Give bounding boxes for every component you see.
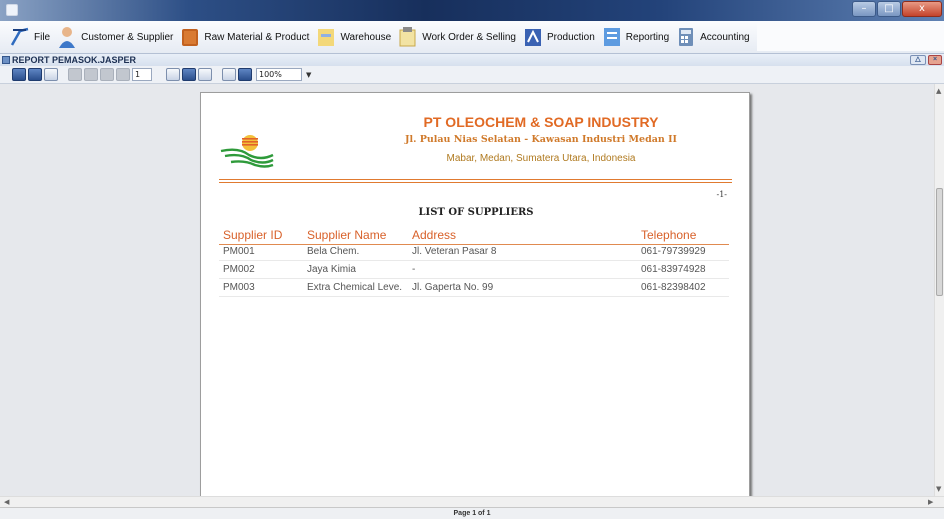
column-header-supplier-id: Supplier ID	[223, 228, 283, 242]
frame-close-button[interactable]: ×	[928, 55, 942, 65]
minimize-button[interactable]: –	[852, 1, 876, 17]
address-cell: -	[412, 264, 416, 275]
supplier-name-cell: Bela Chem.	[307, 246, 360, 257]
telephone-cell: 061-83974928	[641, 264, 706, 275]
menu-warehouse[interactable]: Warehouse	[316, 24, 391, 50]
telephone-cell: 061-79739929	[641, 246, 706, 257]
menu-production[interactable]: Production	[523, 24, 595, 50]
internal-frame-title-bar: REPORT PEMASOK.JASPER △ ×	[0, 54, 944, 66]
zoom-out-button[interactable]	[238, 68, 252, 81]
menu-work-order-selling-label: Work Order & Selling	[422, 31, 516, 43]
scroll-left-icon[interactable]: ◀	[4, 497, 9, 507]
report-page: PT OLEOCHEM & SOAP INDUSTRY Jl. Pulau Ni…	[200, 92, 750, 496]
menu-raw-material-product[interactable]: Raw Material & Product	[180, 24, 309, 50]
page-marker: -1-	[716, 190, 728, 199]
app-icon	[6, 4, 18, 16]
menu-accounting[interactable]: Accounting	[676, 24, 750, 50]
menu-customer-supplier[interactable]: Customer & Supplier	[57, 24, 173, 50]
supplier-name-cell: Jaya Kimia	[307, 264, 356, 275]
menu-bar-empty-area	[756, 23, 944, 51]
status-bar: Page 1 of 1	[0, 507, 944, 519]
actual-size-button[interactable]	[166, 68, 180, 81]
zoom-in-button[interactable]	[222, 68, 236, 81]
chevron-down-icon[interactable]: ▼	[306, 71, 311, 79]
report-viewer-toolbar: 1 100% ▼	[0, 66, 944, 84]
save-button[interactable]	[12, 68, 26, 81]
menu-accounting-label: Accounting	[700, 31, 750, 43]
scroll-right-icon[interactable]: ▶	[928, 497, 933, 507]
supplier-id-cell: PM001	[223, 246, 255, 257]
menu-file[interactable]: File	[10, 24, 50, 50]
maximize-button[interactable]: □	[877, 1, 901, 17]
internal-frame-title: REPORT PEMASOK.JASPER	[12, 55, 137, 65]
company-name: PT OLEOCHEM & SOAP INDUSTRY	[423, 114, 659, 130]
work-order-icon	[398, 26, 418, 48]
menu-raw-material-product-label: Raw Material & Product	[204, 31, 310, 43]
reporting-icon	[602, 26, 622, 48]
fit-width-button[interactable]	[198, 68, 212, 81]
menu-reporting[interactable]: Reporting	[602, 24, 669, 50]
customer-icon	[57, 26, 77, 48]
scroll-up-icon[interactable]: ▲	[936, 86, 941, 96]
supplier-id-cell: PM003	[223, 282, 255, 293]
header-divider	[219, 182, 732, 183]
company-logo-icon	[220, 135, 274, 168]
column-header-address: Address	[412, 228, 457, 242]
address-cell: Jl. Gaperta No. 99	[412, 282, 494, 293]
supplier-name-cell: Extra Chemical Leve.	[307, 282, 403, 293]
telephone-cell: 061-82398402	[641, 282, 706, 293]
window-controls: – □ x	[852, 1, 942, 17]
frame-iconify-button[interactable]: △	[910, 55, 926, 65]
menu-reporting-label: Reporting	[625, 31, 670, 43]
menu-production-label: Production	[546, 31, 595, 43]
vertical-scroll-thumb[interactable]	[936, 188, 943, 296]
production-icon	[523, 26, 543, 48]
menu-customer-supplier-label: Customer & Supplier	[81, 31, 174, 43]
table-row: PM001 Bela Chem. Jl. Veteran Pasar 8 061…	[219, 245, 729, 261]
accounting-icon	[676, 26, 696, 48]
window-title-bar: – □ x	[0, 0, 944, 21]
print-button[interactable]	[28, 68, 42, 81]
address-cell: Jl. Veteran Pasar 8	[412, 246, 497, 257]
report-viewer: PT OLEOCHEM & SOAP INDUSTRY Jl. Pulau Ni…	[0, 84, 934, 496]
zoom-select[interactable]: 100%	[256, 68, 302, 81]
company-address-line2: Mabar, Medan, Sumatera Utara, Indonesia	[446, 153, 636, 164]
main-menu-bar: File Customer & Supplier Raw Material & …	[0, 21, 944, 54]
horizontal-scrollbar[interactable]: ◀ ▶	[0, 496, 944, 507]
close-button[interactable]: x	[902, 1, 942, 17]
restore-icon: △	[915, 56, 921, 63]
menu-warehouse-label: Warehouse	[340, 31, 392, 43]
supplier-id-cell: PM002	[223, 264, 255, 275]
table-row: PM002 Jaya Kimia - 061-83974928	[219, 263, 729, 279]
scroll-down-icon[interactable]: ▼	[936, 484, 941, 494]
page-info: Page 1 of 1	[453, 510, 491, 517]
menu-file-label: File	[34, 31, 51, 43]
first-page-button[interactable]	[68, 68, 82, 81]
header-divider	[219, 179, 732, 180]
warehouse-icon	[316, 26, 336, 48]
table-row: PM003 Extra Chemical Leve. Jl. Gaperta N…	[219, 281, 729, 297]
fit-page-button[interactable]	[182, 68, 196, 81]
document-icon	[2, 56, 10, 64]
column-header-supplier-name: Supplier Name	[307, 228, 387, 242]
close-icon: ×	[932, 56, 938, 63]
column-header-telephone: Telephone	[641, 228, 697, 242]
next-page-button[interactable]	[100, 68, 114, 81]
page-number-input[interactable]: 1	[132, 68, 152, 81]
menu-work-order-selling[interactable]: Work Order & Selling	[398, 24, 516, 50]
company-address-line1: Jl. Pulau Nias Selatan - Kawasan Industr…	[404, 134, 677, 145]
reload-button[interactable]	[44, 68, 58, 81]
last-page-button[interactable]	[116, 68, 130, 81]
report-title: LIST OF SUPPLIERS	[418, 207, 534, 218]
raw-material-icon	[180, 26, 200, 48]
previous-page-button[interactable]	[84, 68, 98, 81]
file-icon	[10, 26, 30, 48]
